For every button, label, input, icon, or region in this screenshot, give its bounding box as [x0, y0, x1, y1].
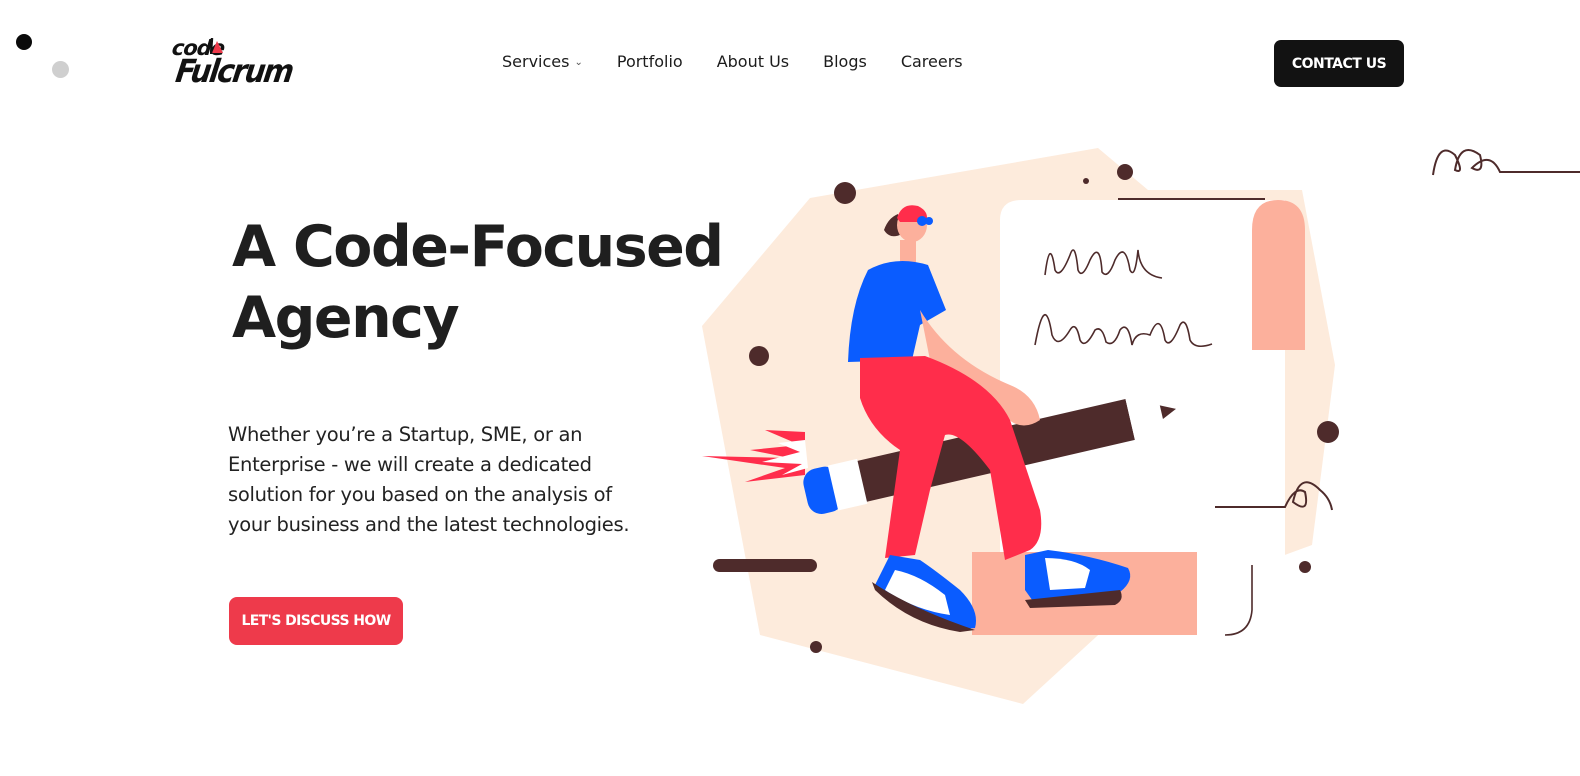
logo[interactable]: code Fulcrum — [170, 36, 295, 92]
hero-title-line-2: Agency — [232, 285, 460, 351]
decor-dot — [834, 182, 856, 204]
nav-item-label: Services — [502, 52, 570, 71]
chevron-down-icon: ⌄ — [574, 57, 583, 68]
main-nav: Services ⌄ Portfolio About Us Blogs Care… — [502, 52, 997, 71]
nav-item-about-us[interactable]: About Us — [717, 52, 789, 71]
decor-dot — [810, 641, 822, 653]
nav-item-label: Blogs — [823, 52, 867, 71]
scroll-roll — [1252, 200, 1305, 350]
nav-item-services[interactable]: Services ⌄ — [502, 52, 583, 71]
hero-illustration — [702, 148, 1580, 704]
decor-dash — [713, 559, 817, 572]
decor-dot — [1083, 178, 1089, 184]
decor-dot — [749, 346, 769, 366]
cursor-dot — [16, 34, 32, 50]
nav-item-careers[interactable]: Careers — [901, 52, 963, 71]
nav-item-label: Portfolio — [616, 52, 683, 71]
logo-text-bottom: Fulcrum — [173, 52, 295, 90]
discuss-button[interactable]: LET'S DISCUSS HOW — [229, 597, 403, 645]
hero-title-line-1: A Code-Focused — [232, 214, 724, 280]
cursor-trail-dot — [52, 61, 69, 78]
nav-item-label: About Us — [716, 52, 790, 71]
top-right-squiggle — [1432, 149, 1580, 176]
nav-item-label: Careers — [900, 52, 963, 71]
nav-item-portfolio[interactable]: Portfolio — [617, 52, 683, 71]
nav-item-blogs[interactable]: Blogs — [823, 52, 867, 71]
hero-description: Whether you’re a Startup, SME, or an Ent… — [228, 423, 630, 536]
contact-us-button[interactable]: CONTACT US — [1274, 40, 1404, 87]
decor-dot — [1117, 164, 1133, 180]
decor-dot — [1299, 561, 1311, 573]
page: code Fulcrum Services ⌄ Portfolio About … — [0, 0, 1580, 776]
decor-dot — [1317, 421, 1339, 443]
